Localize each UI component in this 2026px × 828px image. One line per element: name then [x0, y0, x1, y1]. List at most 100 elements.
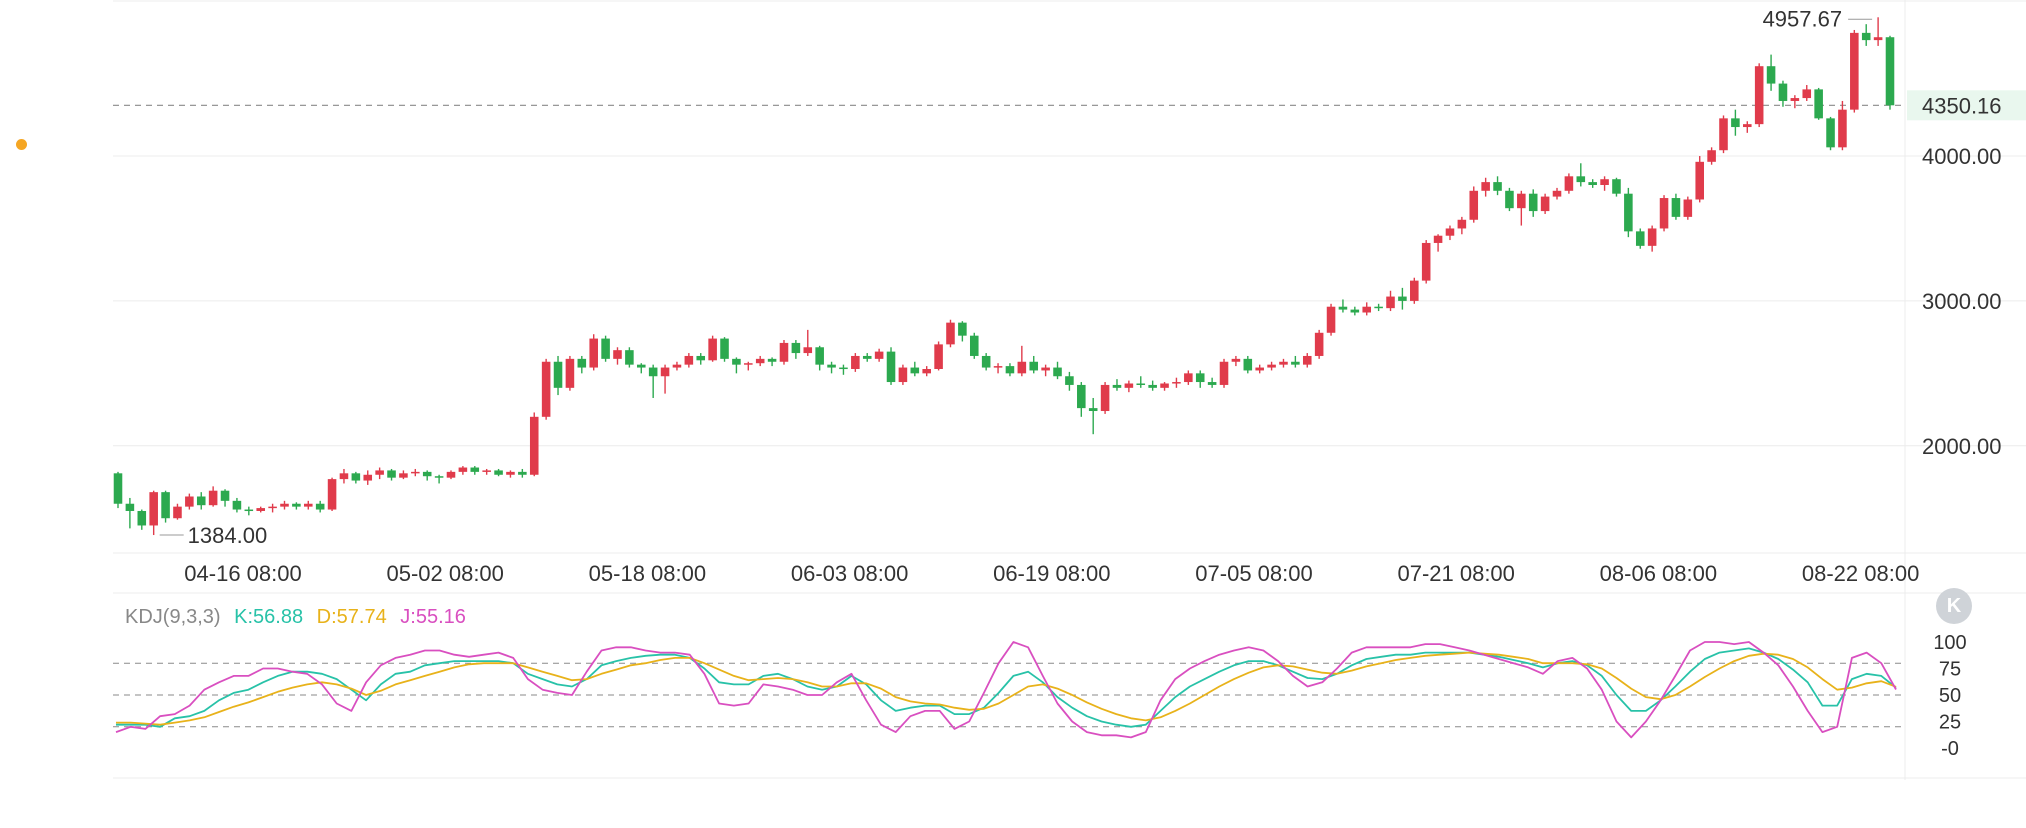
candle-body	[791, 342, 801, 354]
candle-body	[910, 367, 920, 374]
candle-up	[779, 340, 789, 365]
candle-up	[363, 470, 373, 485]
time-tick-label: 08-06 08:00	[1600, 561, 1717, 586]
candle-body	[1100, 384, 1110, 412]
candle-up	[1267, 361, 1276, 371]
candle-body	[1861, 32, 1871, 41]
candle-down	[1861, 24, 1871, 46]
candle-up	[411, 468, 420, 477]
candle-body	[1398, 296, 1407, 301]
candle-body	[851, 355, 860, 369]
candle-up	[149, 490, 158, 536]
candle-body	[1326, 306, 1336, 333]
candle-up	[1219, 358, 1229, 388]
candle-up	[1041, 364, 1050, 377]
candle-up	[934, 341, 943, 371]
candle-body	[1362, 306, 1372, 313]
candle-body	[1624, 193, 1633, 232]
candle-down	[1088, 397, 1098, 435]
candle-up	[1659, 195, 1669, 232]
candle-up	[1850, 29, 1859, 113]
candle-body	[125, 503, 135, 511]
candle-up	[1790, 95, 1800, 109]
kdj-legend: KDJ(9,3,3) K:56.88 D:57.74 J:55.16	[125, 606, 466, 629]
current-position-dot	[16, 139, 27, 150]
candle-body	[636, 364, 646, 368]
candle-down	[1053, 361, 1062, 380]
candle-up	[1302, 353, 1312, 368]
candle-up	[1838, 100, 1847, 151]
candle-down	[1065, 371, 1074, 391]
candle-up	[684, 353, 694, 368]
candle-down	[1635, 228, 1645, 249]
candle-body	[256, 508, 265, 511]
candle-up	[1552, 187, 1562, 200]
candle-up	[1683, 196, 1693, 220]
candle-body	[565, 358, 575, 388]
candle-body	[720, 338, 729, 359]
time-tick-label: 06-19 08:00	[993, 561, 1110, 586]
candle-down	[1885, 35, 1895, 110]
k-collapse-icon[interactable]: K	[1936, 588, 1972, 624]
kdj-axis: 100 75 50 25 -0	[1933, 632, 1966, 760]
candle-body	[1635, 231, 1645, 246]
candle-down	[981, 353, 991, 371]
candle-down	[1338, 299, 1348, 313]
candle-down	[387, 468, 396, 481]
candle-up	[1457, 216, 1467, 235]
candle-down	[827, 361, 836, 374]
candle-body	[958, 322, 967, 336]
candle-body	[981, 355, 991, 368]
candle-body	[1338, 306, 1348, 310]
kdj-tick-label: 100	[1933, 632, 1966, 654]
candle-body	[1838, 109, 1847, 148]
candle-up	[339, 468, 349, 484]
candle-body	[827, 364, 836, 368]
candle-body	[1517, 193, 1526, 209]
candle-up	[1469, 186, 1479, 223]
candle-body	[1719, 118, 1728, 151]
candle-down	[1077, 382, 1086, 417]
candle-up	[1445, 225, 1455, 241]
candle-down	[494, 468, 503, 477]
candle-down	[1291, 355, 1300, 368]
candle-body	[1136, 383, 1146, 385]
candle-body	[767, 358, 777, 362]
candle-down	[1005, 363, 1015, 377]
price-tick-label: 2000.00	[1922, 434, 2002, 459]
candle-body	[220, 490, 230, 501]
candle-up	[1433, 234, 1443, 252]
candle-body	[339, 473, 349, 480]
candle-down	[636, 363, 646, 374]
candle-up	[173, 503, 182, 520]
candle-up	[268, 503, 277, 513]
candle-body	[1160, 383, 1169, 388]
candle-up	[1124, 380, 1134, 393]
candle-body	[1850, 32, 1859, 110]
candle-down	[815, 345, 824, 371]
candle-body	[1231, 358, 1241, 362]
candle-body	[969, 335, 979, 356]
candle-body	[601, 338, 610, 359]
candle-up	[446, 470, 456, 480]
candle-body	[577, 358, 587, 368]
candle-up	[1362, 302, 1372, 316]
chart-canvas[interactable]: 4000.00 3000.00 2000.00 4957.67 1384.00 435…	[0, 0, 2026, 828]
candle-body	[280, 503, 289, 507]
candle-up	[1517, 190, 1526, 226]
candle-body	[732, 358, 741, 365]
candle-down	[1136, 376, 1146, 388]
candle-body	[839, 367, 848, 370]
candle-down	[969, 332, 979, 359]
candle-body	[1088, 408, 1098, 412]
candle-body	[518, 471, 527, 475]
time-tick-label: 07-05 08:00	[1195, 561, 1312, 586]
candle-body	[1469, 190, 1479, 220]
candle-up	[304, 500, 313, 510]
candle-body	[1386, 296, 1395, 309]
candle-body	[208, 490, 218, 506]
candle-down	[470, 466, 480, 475]
candle-down	[1826, 116, 1835, 151]
candle-body	[660, 367, 670, 377]
candle-down	[315, 500, 325, 513]
